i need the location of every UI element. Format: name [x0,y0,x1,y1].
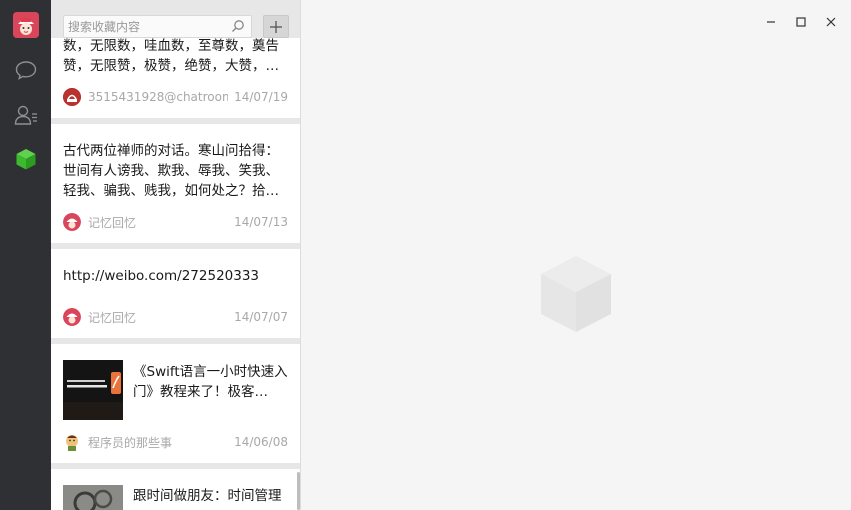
favorite-item[interactable]: http://weibo.com/272520333 记忆回忆 14/07/07 [51,249,300,338]
favorite-meta: 记忆回忆 14/07/07 [63,308,288,326]
source-avatar [63,88,81,106]
article-thumbnail [63,485,123,510]
empty-state-cube-icon [541,256,611,332]
source-avatar [63,213,81,231]
favorite-meta: 记忆回忆 14/07/13 [63,213,288,231]
favorite-item[interactable]: 数，无限数，哇血数，至尊数，奠告 赞，无限赞，极赞，绝赞，大赞，… 351543… [51,38,300,118]
favorite-link[interactable]: http://weibo.com/272520333 [63,266,287,286]
plus-icon [270,20,282,33]
close-button[interactable] [821,12,841,32]
source-avatar [63,433,81,451]
chat-nav-button[interactable] [13,57,39,83]
minimize-button[interactable] [761,12,781,32]
nav-rail [0,0,51,510]
search-box[interactable] [63,15,252,38]
favorite-item[interactable]: 跟时间做朋友：时间管理 [51,469,300,510]
article-thumbnail [63,360,123,420]
favorite-text: 赞，无限赞，极赞，绝赞，大赞，… [63,58,279,74]
favorite-meta: 程序员的那些事 14/06/08 [63,433,288,451]
favorite-date: 14/07/19 [234,90,288,104]
maximize-button[interactable] [791,12,811,32]
favorites-list-panel: 数，无限数，哇血数，至尊数，奠告 赞，无限赞，极赞，绝赞，大赞，… 351543… [51,0,301,510]
favorite-text: 古代两位禅师的对话。寒山问拾得：世间有人谤我、欺我、辱我、笑我、轻我、骗我、贱我… [63,143,279,199]
favorite-date: 14/07/13 [234,215,288,229]
favorites-nav-button[interactable] [13,146,39,172]
chat-icon [15,61,37,80]
favorite-source: 程序员的那些事 [88,435,173,450]
list-scrollbar[interactable] [297,472,300,510]
search-icon[interactable] [231,19,245,33]
minimize-icon [767,21,775,23]
favorite-source: 记忆回忆 [88,215,137,230]
favorite-source: 记忆回忆 [88,310,137,325]
close-icon [826,17,836,27]
favorite-item[interactable]: 古代两位禅师的对话。寒山问拾得：世间有人谤我、欺我、辱我、笑我、轻我、骗我、贱我… [51,124,300,243]
source-avatar [63,308,81,326]
favorite-meta: 3515431928@chatroom 14/07/19 [63,88,288,106]
favorite-text-partial: 数，无限数，哇血数，至尊数，奠告 [63,38,279,54]
search-input[interactable] [68,18,228,36]
wechat-favorites-window: 数，无限数，哇血数，至尊数，奠告 赞，无限赞，极赞，绝赞，大赞，… 351543… [0,0,851,510]
maximize-icon [796,17,806,27]
favorite-source: 3515431928@chatroom [88,90,229,104]
article-title: 《Swift语言一小时快速入门》教程来了！极客… [133,364,288,400]
favorite-date: 14/06/08 [234,435,288,449]
favorites-icon [16,149,36,170]
article-title: 跟时间做朋友：时间管理 [133,488,282,504]
user-avatar[interactable] [13,12,39,38]
contacts-nav-button[interactable] [13,102,39,128]
add-favorite-button[interactable] [263,15,289,38]
contacts-icon [14,105,37,125]
favorite-date: 14/07/07 [234,310,288,324]
favorite-item[interactable]: 《Swift语言一小时快速入门》教程来了！极客… 程序员的那些事 14/06/0… [51,344,300,463]
